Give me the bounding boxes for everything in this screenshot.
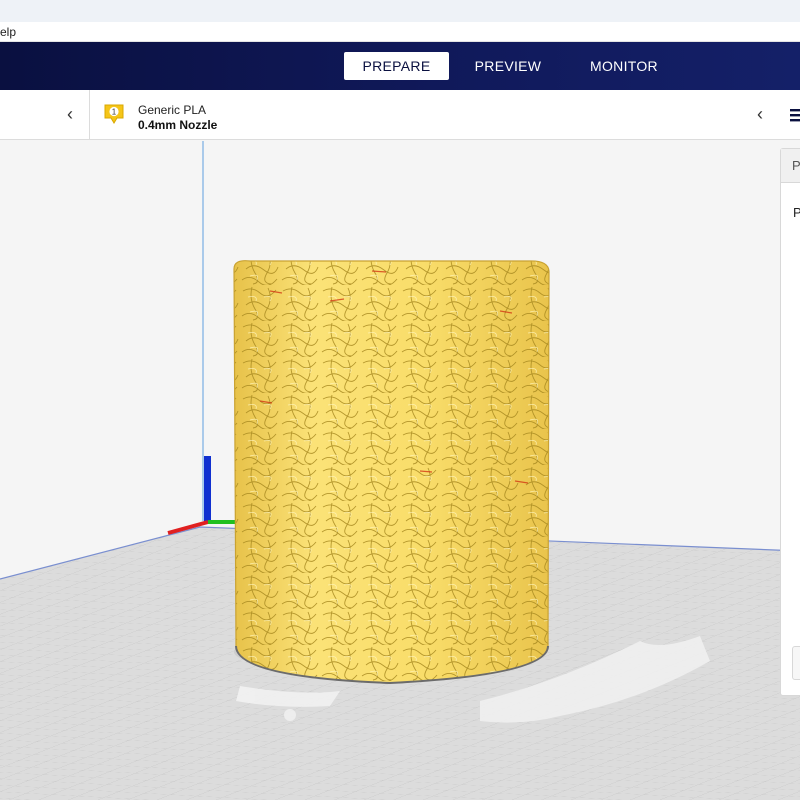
menu-help[interactable]: elp <box>0 25 16 39</box>
tab-preview[interactable]: PREVIEW <box>465 52 551 80</box>
3d-viewport[interactable] <box>0 141 800 800</box>
stage-header: PREPARE PREVIEW MONITOR <box>0 42 800 90</box>
toolbar-divider <box>89 90 90 140</box>
print-settings-panel: P P <box>780 148 800 696</box>
extruder-number: 1 <box>112 108 117 117</box>
extruder-badge-icon[interactable]: 1 <box>103 103 125 125</box>
collapse-chevron-icon[interactable]: ‹ <box>750 104 770 124</box>
nozzle-label[interactable]: 0.4mm Nozzle <box>138 118 217 132</box>
chevron-left-icon[interactable]: ‹ <box>60 104 80 124</box>
print-settings-icon[interactable] <box>790 107 800 123</box>
tab-prepare[interactable]: PREPARE <box>344 52 449 80</box>
tab-monitor[interactable]: MONITOR <box>578 52 670 80</box>
panel-tab[interactable]: P <box>781 149 800 183</box>
window-title-strip <box>0 0 800 22</box>
panel-heading: P <box>793 205 800 220</box>
menu-bar: elp <box>0 22 800 42</box>
panel-action-button[interactable] <box>792 646 800 680</box>
printer-toolbar: ‹ 1 Generic PLA 0.4mm Nozzle ‹ <box>0 90 800 140</box>
textured-cylinder-model[interactable] <box>233 260 550 685</box>
axis-z-indicator <box>204 456 211 522</box>
build-scene[interactable] <box>0 141 800 800</box>
material-label[interactable]: Generic PLA <box>138 103 206 117</box>
